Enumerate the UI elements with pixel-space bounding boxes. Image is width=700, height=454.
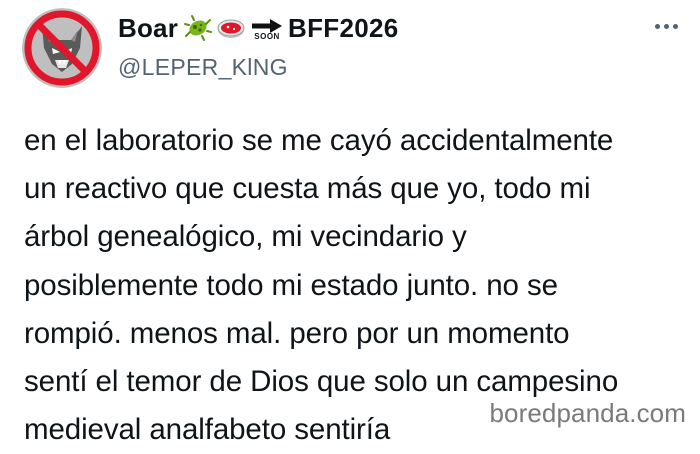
avatar[interactable] [22,8,102,88]
right-arrow-icon [252,19,283,33]
tweet-line: un reactivo que cuesta más que yo, todo … [24,172,591,206]
soon-label: SOON [254,32,280,41]
crossed-out-wolf-avatar-icon [22,8,102,88]
watermark: boredpanda.com [489,398,686,428]
display-name[interactable]: Boar [118,13,178,44]
tweet-line: rompió. menos mal. pero por un momento [24,316,570,350]
tweet-line: árbol genealógico, mi vecindario y [24,220,467,254]
user-handle[interactable]: @LEPER_KlNG [118,54,618,81]
microbe-icon [184,14,213,42]
name-suffix: BFF2026 [288,12,399,43]
tweet-header: Boar SOON BFF2026 @LEPER_KlNG [118,10,618,81]
tweet-line: posiblemente todo mi estado junto. no se [24,268,558,302]
tweet-line: en el laboratorio se me cayó accidentalm… [24,124,614,157]
display-name-row[interactable]: Boar SOON BFF2026 [118,10,618,46]
more-options-icon[interactable] [655,24,678,29]
petri-dish-icon [216,16,246,40]
soon-arrow: SOON [252,19,283,41]
